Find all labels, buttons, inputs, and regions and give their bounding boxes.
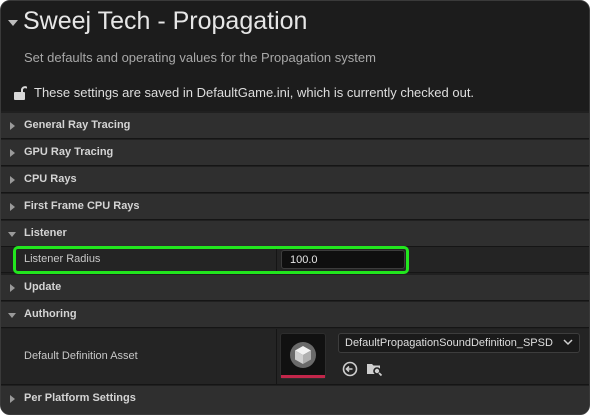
- asset-type-color-bar: [281, 375, 325, 378]
- expand-arrow-icon: [10, 284, 15, 292]
- expand-arrow-icon: [10, 395, 15, 403]
- unlock-icon: [14, 86, 27, 100]
- category-gpu-ray-tracing[interactable]: GPU Ray Tracing: [1, 140, 589, 166]
- property-row-default-definition-asset: Default Definition Asset DefaultPropagat…: [1, 329, 589, 385]
- expand-arrow-icon: [10, 122, 15, 130]
- settings-header: Sweej Tech - Propagation Set defaults an…: [1, 1, 589, 111]
- category-general-ray-tracing[interactable]: General Ray Tracing: [1, 113, 589, 139]
- expand-arrow-icon: [10, 176, 15, 184]
- category-label: General Ray Tracing: [24, 119, 131, 131]
- column-divider[interactable]: [276, 329, 277, 384]
- expand-arrow-icon: [10, 149, 15, 157]
- settings-panel: Sweej Tech - Propagation Set defaults an…: [0, 0, 590, 415]
- column-divider[interactable]: [276, 247, 277, 272]
- property-row-listener-radius: Listener Radius 100.0: [1, 247, 589, 273]
- page-subtitle: Set defaults and operating values for th…: [24, 50, 376, 65]
- collapse-arrow-icon: [8, 313, 16, 318]
- page-title: Sweej Tech - Propagation: [23, 7, 308, 35]
- category-cpu-rays[interactable]: CPU Rays: [1, 167, 589, 193]
- save-location-notice: These settings are saved in DefaultGame.…: [34, 85, 475, 100]
- collapse-arrow-icon[interactable]: [8, 20, 18, 26]
- category-per-platform-settings[interactable]: Per Platform Settings: [1, 386, 589, 414]
- cube-asset-icon: [290, 342, 316, 368]
- default-asset-label: Default Definition Asset: [24, 350, 138, 362]
- default-asset-value: DefaultPropagationSoundDefinition_SPSD: [345, 337, 553, 349]
- category-label: Update: [24, 281, 62, 293]
- category-label: Authoring: [24, 308, 77, 320]
- use-selected-asset-icon[interactable]: [341, 360, 359, 378]
- default-asset-dropdown[interactable]: DefaultPropagationSoundDefinition_SPSD: [338, 333, 580, 353]
- category-listener[interactable]: Listener: [1, 221, 589, 247]
- category-label: First Frame CPU Rays: [24, 200, 140, 212]
- collapse-arrow-icon: [8, 232, 16, 237]
- category-label: CPU Rays: [24, 173, 77, 185]
- category-update[interactable]: Update: [1, 275, 589, 301]
- category-label: Listener: [24, 227, 67, 239]
- asset-thumbnail[interactable]: [280, 333, 326, 379]
- category-first-frame-cpu-rays[interactable]: First Frame CPU Rays: [1, 194, 589, 220]
- listener-radius-input[interactable]: 100.0: [281, 250, 405, 269]
- category-label: Per Platform Settings: [24, 392, 136, 404]
- expand-arrow-icon: [10, 203, 15, 211]
- browse-asset-icon[interactable]: [365, 360, 383, 378]
- category-label: GPU Ray Tracing: [24, 146, 114, 158]
- listener-radius-label: Listener Radius: [24, 253, 101, 265]
- category-authoring[interactable]: Authoring: [1, 302, 589, 328]
- chevron-down-icon: [563, 339, 573, 346]
